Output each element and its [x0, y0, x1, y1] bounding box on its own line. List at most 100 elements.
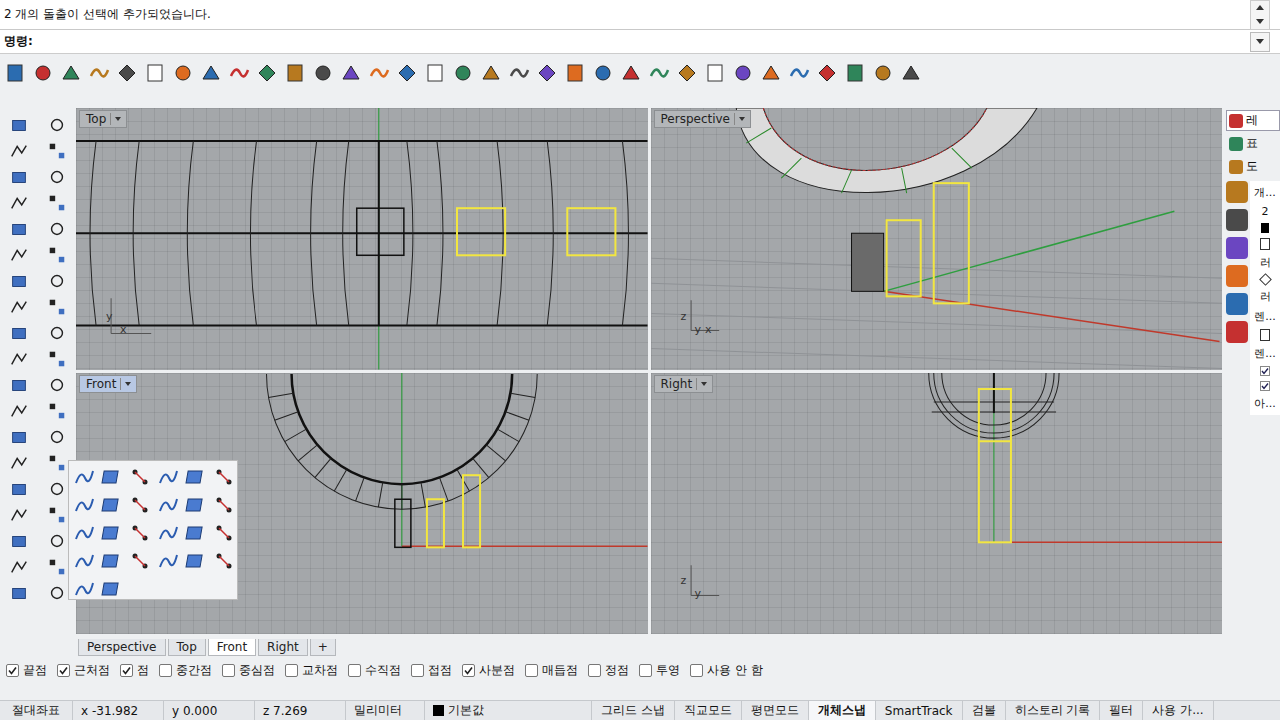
checkbox-icon[interactable]	[462, 664, 475, 677]
tool-icon[interactable]	[620, 62, 642, 84]
viewport-tab[interactable]: Right	[258, 639, 308, 656]
current-layer[interactable]: 기본값	[425, 701, 592, 720]
tool-icon[interactable]	[47, 323, 67, 343]
checkbox-icon[interactable]	[57, 664, 70, 677]
tool-icon[interactable]	[676, 62, 698, 84]
checkbox-icon[interactable]	[639, 664, 652, 677]
property-checkbox[interactable]	[1260, 381, 1270, 391]
dropdown-icon[interactable]	[701, 382, 707, 386]
color-swatch[interactable]	[1261, 223, 1269, 233]
coordinate-system[interactable]: 절대좌표	[0, 701, 73, 720]
panel-tab[interactable]: 레	[1226, 110, 1280, 131]
osnap-checkbox[interactable]: 중간점	[159, 662, 212, 679]
viewport-title[interactable]: Right	[654, 375, 714, 393]
tool-icon[interactable]	[47, 427, 67, 447]
command-dropdown[interactable]	[1250, 32, 1270, 52]
tool-icon[interactable]	[9, 271, 29, 291]
tool-icon[interactable]	[88, 62, 110, 84]
viewport-menu[interactable]	[110, 113, 123, 125]
tool-icon[interactable]	[157, 494, 179, 516]
tool-icon[interactable]	[60, 62, 82, 84]
checkbox-icon[interactable]	[120, 664, 133, 677]
tool-icon[interactable]	[47, 141, 67, 161]
osnap-checkbox[interactable]: 점	[120, 662, 149, 679]
checkbox-icon[interactable]	[285, 664, 298, 677]
scroll-up-icon[interactable]	[1256, 5, 1264, 10]
tool-icon[interactable]	[101, 578, 123, 600]
tool-icon[interactable]	[9, 297, 29, 317]
tool-icon[interactable]	[312, 62, 334, 84]
tool-icon[interactable]	[452, 62, 474, 84]
tool-icon[interactable]	[340, 62, 362, 84]
tool-icon[interactable]	[172, 62, 194, 84]
tool-icon[interactable]	[9, 193, 29, 213]
property-box[interactable]	[1260, 329, 1270, 341]
tool-icon[interactable]	[844, 62, 866, 84]
tool-icon[interactable]	[592, 62, 614, 84]
tool-icon[interactable]	[9, 349, 29, 369]
tool-icon[interactable]	[648, 62, 670, 84]
tool-icon[interactable]	[47, 245, 67, 265]
tool-icon[interactable]	[47, 297, 67, 317]
tool-icon[interactable]	[185, 522, 207, 544]
tool-icon[interactable]	[47, 271, 67, 291]
tool-icon[interactable]	[101, 522, 123, 544]
tool-icon[interactable]	[47, 557, 67, 577]
osnap-checkbox[interactable]: 정점	[588, 662, 629, 679]
panel-tab[interactable]: 도	[1226, 156, 1280, 177]
checkbox-icon[interactable]	[222, 664, 235, 677]
tool-icon[interactable]	[9, 219, 29, 239]
tool-icon[interactable]	[47, 375, 67, 395]
dropdown-icon[interactable]	[125, 382, 131, 386]
tool-icon[interactable]	[47, 505, 67, 525]
tool-icon[interactable]	[116, 62, 138, 84]
viewport-title[interactable]: Perspective	[654, 110, 752, 128]
viewport[interactable]: Rightzy	[651, 373, 1223, 635]
tool-icon[interactable]	[9, 479, 29, 499]
units[interactable]: 밀리미터	[346, 701, 425, 720]
dropdown-icon[interactable]	[739, 117, 745, 121]
tool-icon[interactable]	[185, 550, 207, 572]
tool-icon[interactable]	[185, 494, 207, 516]
panel-icon[interactable]	[1226, 321, 1248, 343]
tool-icon[interactable]	[73, 550, 95, 572]
osnap-checkbox[interactable]: 매듭점	[525, 662, 578, 679]
panel-icon[interactable]	[1226, 237, 1248, 259]
status-toggle[interactable]: 사용 가...	[1143, 701, 1213, 720]
scroll-down-icon[interactable]	[1256, 19, 1264, 24]
viewport[interactable]: Perspectivezyx	[651, 108, 1223, 370]
status-toggle[interactable]: 직교모드	[675, 701, 742, 720]
tool-icon[interactable]	[157, 550, 179, 572]
tool-icon[interactable]	[228, 62, 250, 84]
osnap-checkbox[interactable]: 근처점	[57, 662, 110, 679]
viewport[interactable]: Topyx	[76, 108, 648, 370]
viewport-tab[interactable]: Perspective	[78, 639, 166, 656]
panel-icon[interactable]	[1226, 181, 1248, 203]
tool-icon[interactable]	[47, 583, 67, 603]
tool-icon[interactable]	[157, 466, 179, 488]
viewport-title[interactable]: Top	[79, 110, 127, 128]
viewport-tab[interactable]: Front	[208, 639, 256, 656]
tool-icon[interactable]	[185, 466, 207, 488]
osnap-checkbox[interactable]: 사분점	[462, 662, 515, 679]
panel-tab[interactable]: 표	[1226, 133, 1280, 154]
tool-icon[interactable]	[200, 62, 222, 84]
tool-icon[interactable]	[9, 453, 29, 473]
tool-icon[interactable]	[396, 62, 418, 84]
checkbox-icon[interactable]	[690, 664, 703, 677]
tool-icon[interactable]	[47, 193, 67, 213]
tool-icon[interactable]	[564, 62, 586, 84]
tool-icon[interactable]	[704, 62, 726, 84]
tool-icon[interactable]	[73, 578, 95, 600]
status-toggle[interactable]: 필터	[1100, 701, 1143, 720]
status-toggle[interactable]: 평면모드	[742, 701, 809, 720]
tool-icon[interactable]	[47, 453, 67, 473]
tool-icon[interactable]	[73, 466, 95, 488]
tool-icon[interactable]	[760, 62, 782, 84]
tool-icon[interactable]	[9, 557, 29, 577]
tool-icon[interactable]	[157, 522, 179, 544]
tool-icon[interactable]	[368, 62, 390, 84]
panel-icon[interactable]	[1226, 265, 1248, 287]
tool-icon[interactable]	[9, 375, 29, 395]
tool-icon[interactable]	[480, 62, 502, 84]
